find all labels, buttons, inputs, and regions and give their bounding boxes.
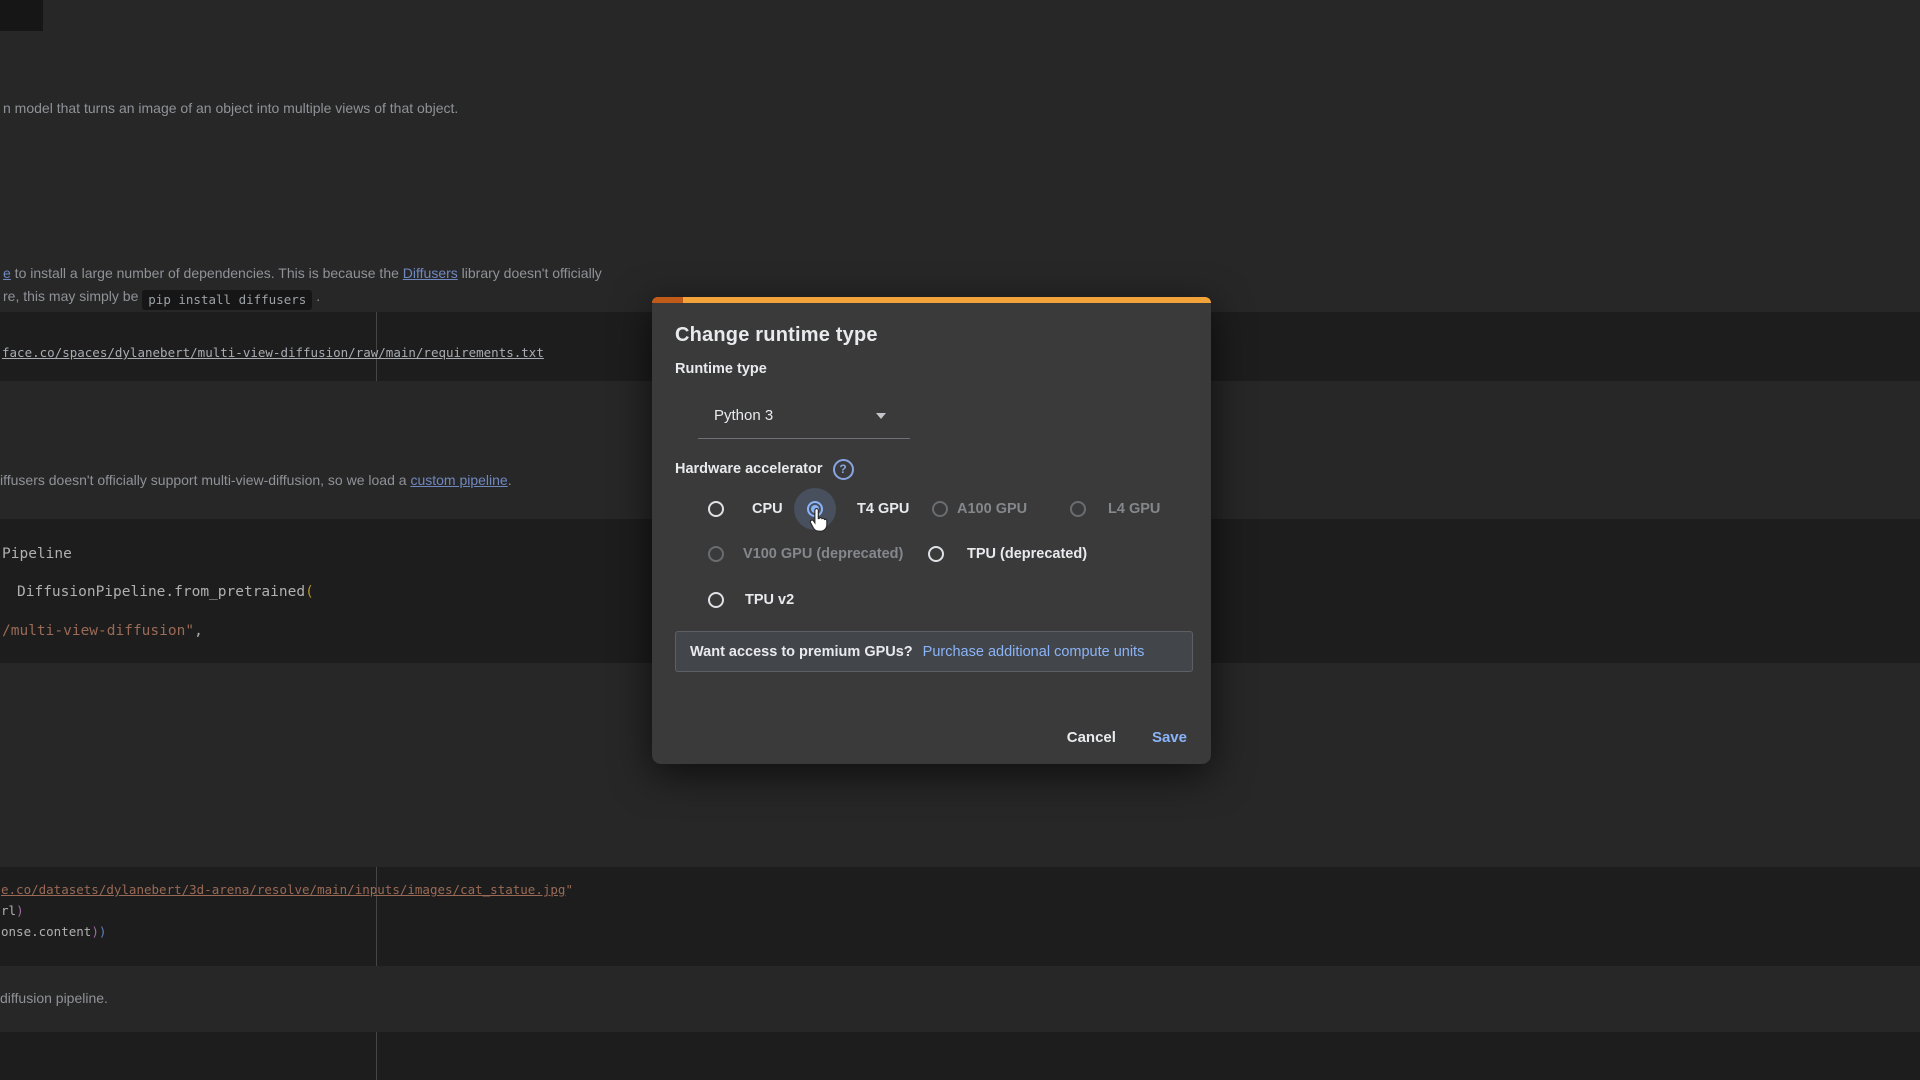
code-line-import: Pipeline	[2, 545, 72, 563]
radio-circle-icon	[932, 501, 948, 517]
hardware-accelerator-label: Hardware accelerator	[675, 461, 823, 478]
colab-notebook-screen: n model that turns an image of an object…	[0, 0, 1920, 1080]
markdown-pip-text: re, this may simply be pip install diffu…	[3, 288, 320, 310]
radio-circle-icon	[928, 546, 944, 562]
runtime-type-value: Python 3	[714, 406, 773, 425]
code-cell-bottom	[0, 1032, 1920, 1080]
cat-statue-url-link[interactable]: e.co/datasets/dylanebert/3d-arena/resolv…	[1, 882, 565, 897]
radio-circle-icon	[1070, 501, 1086, 517]
runtime-type-select[interactable]: Python 3	[698, 393, 910, 439]
requirements-url-link[interactable]: face.co/spaces/dylanebert/multi-view-dif…	[2, 345, 544, 360]
runtime-type-label: Runtime type	[675, 361, 767, 378]
requirements-url-code: face.co/spaces/dylanebert/multi-view-dif…	[2, 345, 544, 361]
code-line-from-pretrained: DiffusionPipeline.from_pretrained(	[17, 583, 314, 601]
hardware-accelerator-row: Hardware accelerator ?	[675, 459, 854, 480]
cancel-button[interactable]: Cancel	[1067, 729, 1116, 746]
premium-question: Want access to premium GPUs?	[690, 644, 913, 660]
radio-circle-icon	[708, 501, 724, 517]
diffusers-link[interactable]: Diffusers	[403, 265, 458, 281]
radio-circle-icon	[708, 546, 724, 562]
markdown-pipeline-text: iffusers doesn't officially support mult…	[0, 472, 512, 489]
inline-code-chip: pip install diffusers	[142, 290, 312, 310]
markdown-intro-text: n model that turns an image of an object…	[3, 100, 458, 117]
change-runtime-dialog: Change runtime type Runtime type Python …	[652, 297, 1211, 764]
markdown-deps-text: e to install a large number of dependenc…	[3, 265, 602, 282]
premium-gpu-banner: Want access to premium GPUs? Purchase ad…	[675, 631, 1193, 672]
code-line-content-call: onse.content))	[1, 924, 106, 940]
radio-circle-icon	[708, 592, 724, 608]
code-line-model-string: /multi-view-diffusion",	[2, 622, 203, 640]
radio-selected-icon	[807, 501, 823, 517]
code-cell-fragment	[0, 0, 43, 31]
save-button[interactable]: Save	[1152, 729, 1187, 746]
custom-pipeline-link[interactable]: custom pipeline	[410, 472, 507, 488]
dialog-title: Change runtime type	[675, 323, 878, 347]
code-line-url-call: rl)	[1, 903, 24, 919]
help-icon[interactable]: ?	[833, 459, 854, 480]
markdown-outro-text: diffusion pipeline.	[0, 990, 108, 1007]
loading-progress-bar	[652, 297, 1211, 303]
loading-progress-segment	[652, 297, 683, 303]
editor-divider-line	[376, 1032, 377, 1080]
intro-text: n model that turns an image of an object…	[3, 100, 458, 116]
here-link[interactable]: e	[3, 265, 11, 281]
dialog-actions: Cancel Save	[1067, 729, 1187, 746]
chevron-down-icon	[876, 413, 886, 419]
code-line-image-url: e.co/datasets/dylanebert/3d-arena/resolv…	[1, 882, 573, 898]
purchase-compute-units-link[interactable]: Purchase additional compute units	[923, 644, 1145, 660]
